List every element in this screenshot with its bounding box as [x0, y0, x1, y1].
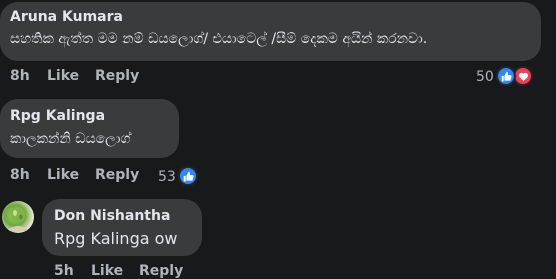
- mention-link[interactable]: Rpg Kalinga: [54, 229, 150, 248]
- avatar[interactable]: [2, 201, 34, 233]
- reply-button[interactable]: Reply: [95, 167, 139, 183]
- like-icon: [496, 66, 516, 86]
- like-icon: [178, 166, 198, 186]
- comment-author[interactable]: Rpg Kalinga: [10, 108, 179, 124]
- comment-text: Rpg Kalinga ow: [54, 229, 202, 248]
- like-button[interactable]: Like: [47, 68, 79, 84]
- reaction-count: 53: [158, 169, 176, 185]
- comment-bubble: Aruna Kumara සහතික ඇත්ත මම නම් ඩයලොග්/ එ…: [0, 2, 541, 61]
- love-icon: [513, 66, 533, 86]
- comment-text: සහතික ඇත්ත මම නම් ඩයලොග්/ එයාටෙල් /සීම් …: [10, 31, 428, 47]
- comment-text-body: ow: [149, 229, 178, 248]
- comment-timestamp[interactable]: 8h: [10, 167, 30, 183]
- comment-text: කාලකන්නි ඩයලොග්: [10, 131, 131, 147]
- comment-timestamp[interactable]: 8h: [10, 68, 30, 84]
- reaction-count: 50: [476, 69, 494, 85]
- like-button[interactable]: Like: [91, 263, 123, 279]
- comment-bubble: Rpg Kalinga කාලකන්නි ඩයලොග්: [0, 99, 179, 158]
- comment-author[interactable]: Don Nishantha: [54, 208, 202, 224]
- reply-button[interactable]: Reply: [139, 263, 183, 279]
- comment-author[interactable]: Aruna Kumara: [10, 9, 541, 25]
- comment-bubble: Don Nishantha Rpg Kalinga ow: [42, 199, 202, 256]
- comment-timestamp[interactable]: 5h: [54, 263, 74, 279]
- reply-button[interactable]: Reply: [95, 68, 139, 84]
- like-button[interactable]: Like: [47, 167, 79, 183]
